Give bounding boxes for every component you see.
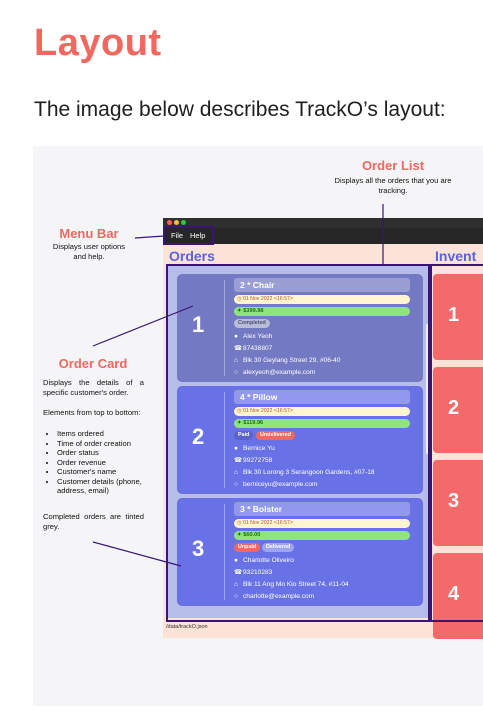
doc-title: Layout — [34, 22, 162, 64]
order-card-pointer-line — [92, 305, 194, 347]
menu-bar-pointer-line — [134, 235, 165, 239]
completed-pointer-line — [92, 541, 182, 567]
annotation-lines — [92, 204, 384, 567]
layout-figure: Order List Displays all the orders that … — [33, 146, 483, 706]
doc-intro: The image below describes TrackO’s layou… — [34, 98, 446, 121]
